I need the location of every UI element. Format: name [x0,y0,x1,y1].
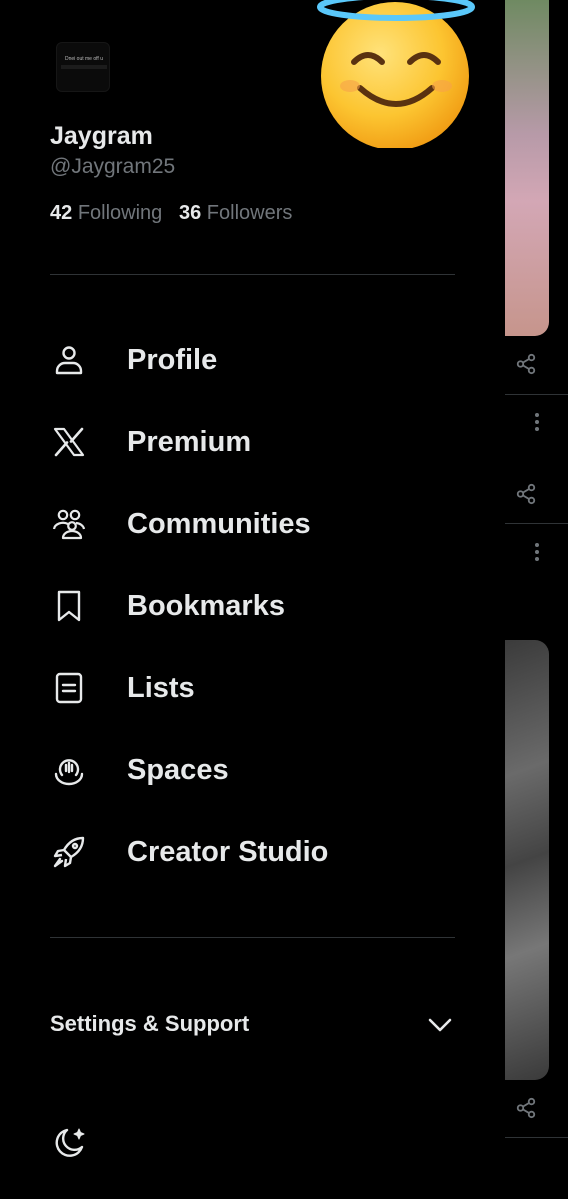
nav-label: Premium [127,425,252,458]
divider [50,274,455,275]
smiling-face-with-halo-emoji [317,0,475,148]
nav-label: Creator Studio [127,835,329,868]
feed-divider [505,1137,568,1138]
display-name[interactable]: Jaygram [50,122,153,151]
share-icon[interactable] [515,1097,537,1119]
divider [50,937,455,938]
user-handle[interactable]: @Jaygram25 [50,155,175,179]
x-logo-icon [50,423,88,461]
followers-link[interactable]: 36 Followers [179,202,292,224]
feed-divider [505,523,568,524]
nav-label: Profile [127,343,218,376]
nav-item-creator-studio[interactable]: Creator Studio [50,822,470,882]
list-icon [50,669,88,707]
nav-item-lists[interactable]: Lists [50,658,470,718]
spaces-icon [50,751,88,789]
background-feed [505,0,568,1199]
following-label: Following [77,202,163,224]
nav-item-profile[interactable]: Profile [50,330,470,390]
avatar-caption: Dnei out me off u [65,56,103,62]
nav-item-bookmarks[interactable]: Bookmarks [50,576,470,636]
more-icon[interactable] [534,411,540,433]
feed-divider [505,394,568,395]
settings-and-support-toggle[interactable]: Settings & Support [50,1004,455,1044]
nav-item-spaces[interactable]: Spaces [50,740,470,800]
followers-count: 36 [178,202,202,224]
nav-label: Bookmarks [127,589,285,622]
share-icon[interactable] [515,353,537,375]
nav-item-premium[interactable]: Premium [50,412,470,472]
more-icon[interactable] [534,541,540,563]
following-count: 42 [50,202,73,224]
bookmark-icon [50,587,88,625]
nav-label: Communities [127,507,311,540]
follow-stats: 42 Following 36 Followers [50,202,292,225]
nav-label: Spaces [127,753,229,786]
nav-item-communities[interactable]: Communities [50,494,470,554]
person-icon [50,341,88,379]
moon-icon[interactable] [50,1124,88,1162]
settings-label: Settings & Support [50,1011,250,1036]
rocket-icon [50,833,88,871]
feed-image[interactable] [505,0,549,336]
communities-icon [50,505,88,543]
followers-label: Followers [206,202,293,224]
share-icon[interactable] [515,483,537,505]
nav-label: Lists [127,671,195,704]
chevron-down-icon [428,1018,452,1032]
avatar[interactable]: Dnei out me off u [56,42,110,92]
navigation-drawer: Dnei out me off u Jaygram @Jaygram25 42 … [0,0,505,1199]
following-link[interactable]: 42 Following [50,202,162,224]
feed-image[interactable] [505,640,549,1080]
